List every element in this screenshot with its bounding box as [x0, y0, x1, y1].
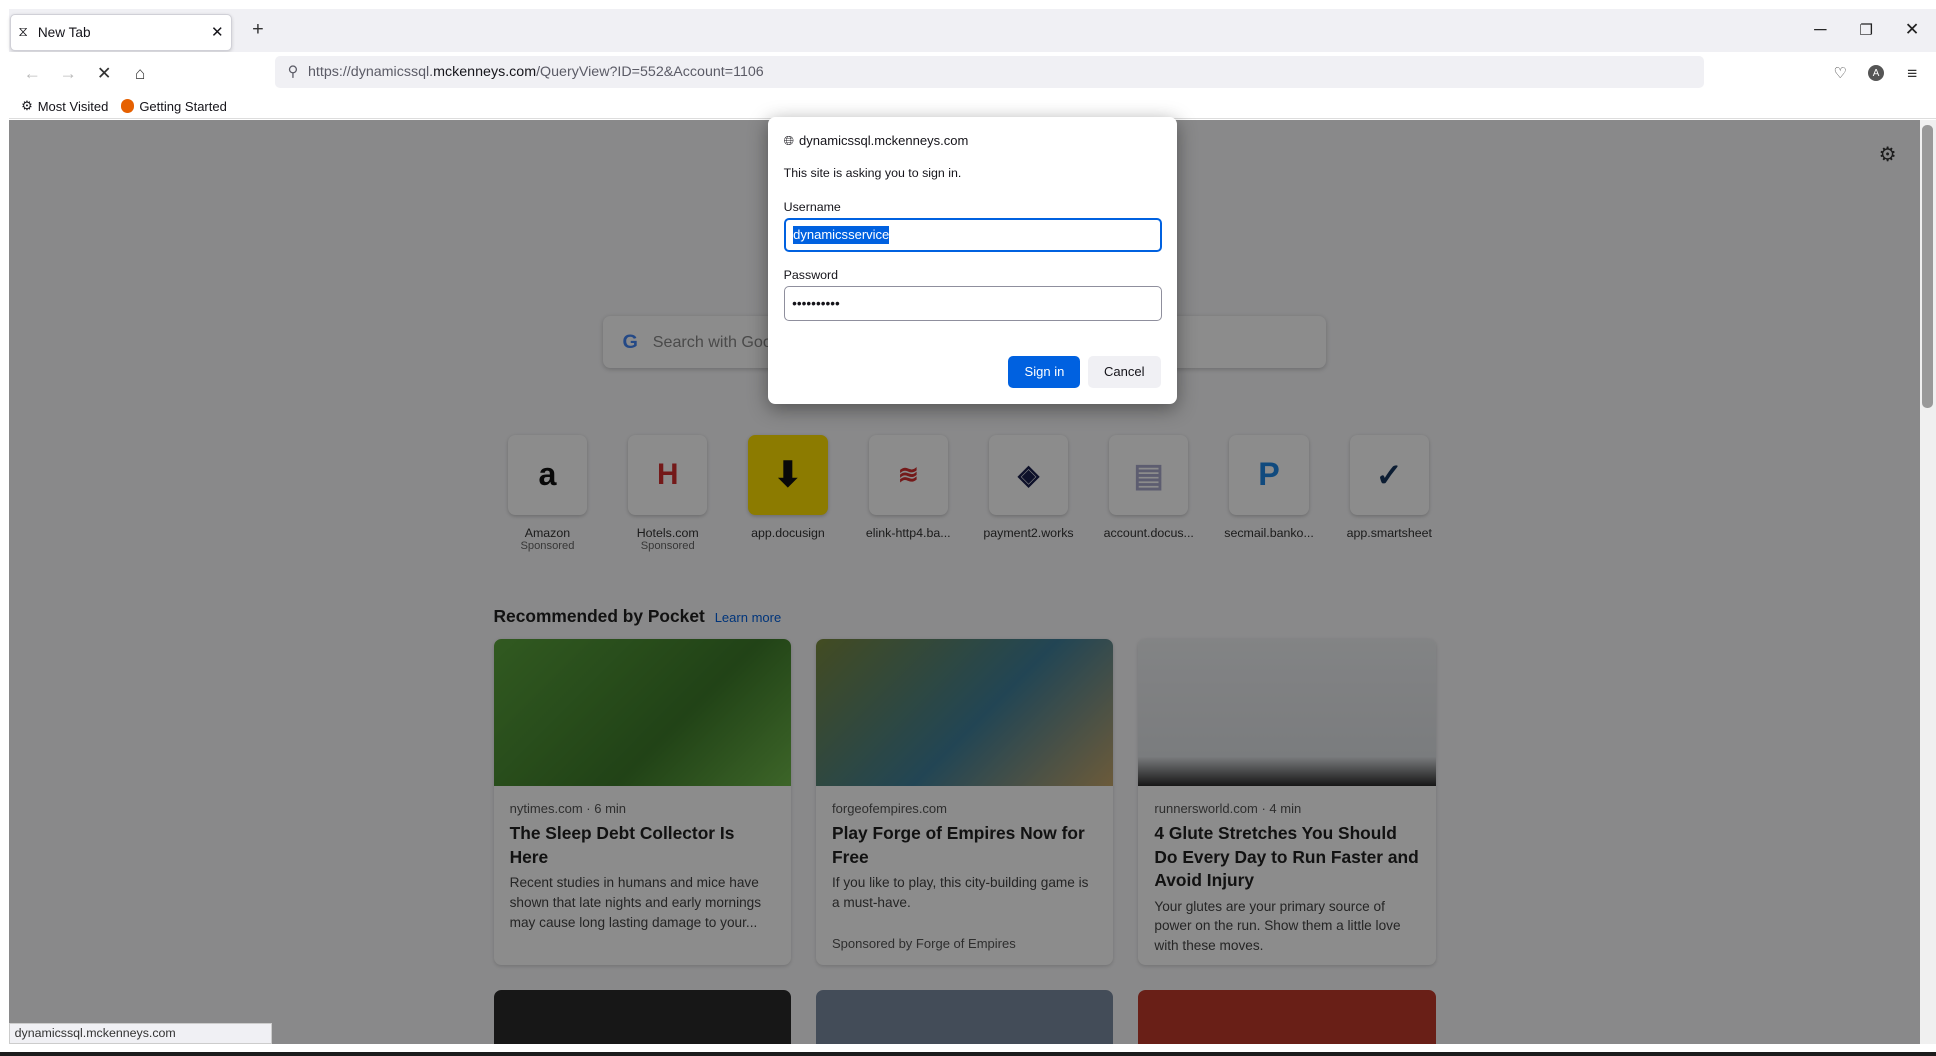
- username-label: Username: [783, 199, 841, 214]
- new-tab-button[interactable]: +: [244, 16, 271, 43]
- dialog-host: dynamicssql.mckenneys.com: [799, 133, 969, 149]
- scrollbar[interactable]: [1919, 120, 1936, 1045]
- username-field[interactable]: dynamicsservice: [783, 217, 1162, 253]
- password-value: ••••••••••: [792, 295, 840, 311]
- dialog-header: 🌐︎ dynamicssql.mckenneys.com: [784, 133, 1161, 149]
- forward-icon[interactable]: →: [53, 60, 83, 87]
- taskbar: [0, 1051, 1936, 1056]
- menu-icon[interactable]: ≡: [1897, 60, 1927, 87]
- close-tab-icon[interactable]: ✕: [211, 23, 223, 41]
- account-icon[interactable]: A: [1861, 60, 1891, 87]
- dialog-message: This site is asking you to sign in.: [783, 166, 962, 181]
- status-url: dynamicssql.mckenneys.com: [8, 1022, 272, 1045]
- pocket-icon[interactable]: ♡: [1825, 60, 1855, 87]
- sign-in-button[interactable]: Sign in: [1008, 355, 1081, 389]
- minimize-button[interactable]: ─: [1805, 16, 1835, 43]
- navigation-bar: ← → ✕ ⌂ ⚲ https://dynamicssql. mckenneys.…: [8, 52, 1936, 95]
- close-window-button[interactable]: ✕: [1897, 16, 1927, 43]
- url-prefix: https://dynamicssql.: [308, 63, 434, 80]
- bookmark-label: Getting Started: [139, 98, 227, 114]
- restore-button[interactable]: ❐: [1851, 16, 1881, 43]
- password-field[interactable]: ••••••••••: [783, 286, 1162, 321]
- tab-bar: ⧖ New Tab ✕ + ─ ❐ ✕: [8, 8, 1936, 53]
- bookmark-most-visited[interactable]: ⚙ Most Visited: [21, 98, 108, 114]
- bookmark-getting-started[interactable]: Getting Started: [120, 98, 227, 114]
- hourglass-icon: ⧖: [18, 24, 28, 40]
- scrollbar-thumb[interactable]: [1921, 125, 1934, 408]
- tab-title: New Tab: [37, 24, 91, 40]
- url-bar[interactable]: ⚲ https://dynamicssql. mckenneys.com/Quer…: [275, 55, 1704, 89]
- gear-icon: ⚙: [21, 98, 33, 114]
- username-value: dynamicsservice: [793, 226, 890, 244]
- url-host: mckenneys.com: [433, 63, 537, 80]
- globe-icon: 🌐︎: [783, 132, 795, 148]
- url-path: /QueryView?ID=552&Account=1106: [536, 63, 764, 80]
- stop-loading-icon[interactable]: ✕: [89, 60, 119, 87]
- bookmarks-toolbar: ⚙ Most Visited Getting Started: [8, 94, 1936, 120]
- firefox-icon: [120, 99, 135, 113]
- search-icon: ⚲: [287, 63, 299, 80]
- home-icon[interactable]: ⌂: [125, 60, 155, 87]
- password-label: Password: [783, 268, 839, 283]
- tab-new-tab[interactable]: ⧖ New Tab ✕: [9, 13, 232, 51]
- browser-window: ⧖ New Tab ✕ + ─ ❐ ✕ ← → ✕ ⌂ ⚲ https://dy…: [0, 0, 1936, 1056]
- bookmark-label: Most Visited: [37, 98, 109, 114]
- dialog-buttons: Sign in Cancel: [1008, 355, 1161, 389]
- back-icon[interactable]: ←: [17, 60, 47, 87]
- cancel-button[interactable]: Cancel: [1087, 355, 1161, 389]
- auth-dialog: 🌐︎ dynamicssql.mckenneys.com This site i…: [767, 116, 1177, 405]
